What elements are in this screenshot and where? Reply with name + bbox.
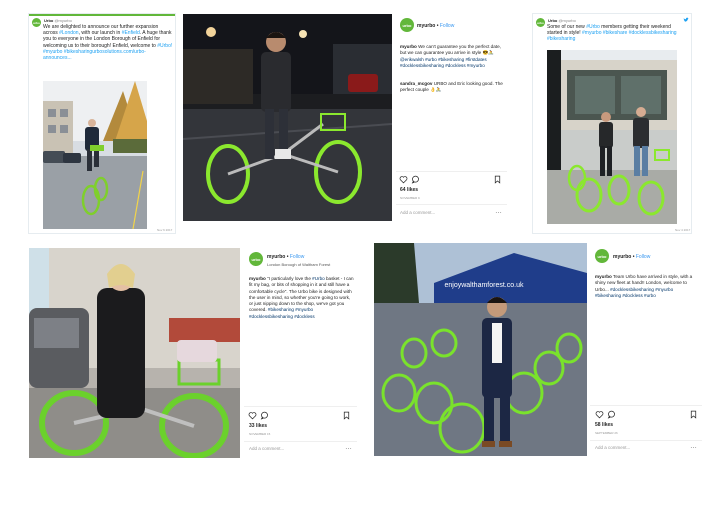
instagram-post-team-urbo: urbo myurbo • Follow myurbo Team Urbo ha… [590, 245, 702, 457]
divider [244, 441, 357, 442]
instagram-post-basket: urbo myurbo • Follow London Borough of W… [244, 248, 357, 456]
post-caption: myurbo Team Urbo have arrived in style, … [595, 274, 693, 299]
follow-button[interactable]: Follow [290, 254, 304, 260]
tweet-timestamp: Nov 4 2017 [675, 228, 691, 232]
post-caption: myurbo We can't guarantee you the perfec… [400, 44, 501, 69]
hashtag-urbo[interactable]: #Urbo [312, 276, 325, 281]
photo-urbo-fleet[interactable]: enjoywalthamforest.co.uk [374, 243, 587, 456]
bookmark-icon[interactable] [342, 411, 351, 420]
myurbo-avatar[interactable]: urbo [595, 249, 609, 263]
post-account-name[interactable]: myurbo • Follow [613, 254, 650, 260]
tweet-photo-cyclist[interactable] [43, 81, 147, 229]
comment-icon[interactable] [411, 175, 420, 184]
post-location[interactable]: London Borough of Waltham Forest [267, 262, 330, 267]
likes-count[interactable]: 64 likes [400, 187, 418, 193]
page: { "tweet1": { "account": "Urbo", "handle… [0, 0, 720, 508]
heart-icon[interactable] [595, 410, 604, 419]
more-options-icon[interactable]: … [345, 444, 352, 451]
tweet-card-weekend: urbo Urbo @myurbo Some of our new #Urbo … [532, 13, 692, 234]
mention-erikwalsh[interactable]: @erikwalsh [400, 57, 424, 62]
heart-icon[interactable] [248, 411, 257, 420]
comment-icon[interactable] [260, 411, 269, 420]
likes-count[interactable]: 33 likes [249, 423, 267, 429]
add-comment-input[interactable]: Add a comment... [595, 445, 630, 450]
myurbo-avatar[interactable]: urbo [400, 18, 414, 32]
hashtag-enfield[interactable]: #Enfield [122, 30, 140, 36]
hashtag-urbo[interactable]: #Urbo [586, 24, 600, 30]
tweet-photo-group-cyclists[interactable] [547, 50, 677, 224]
post-date: NOVEMBER 15 [249, 432, 271, 436]
twitter-bird-icon [683, 17, 689, 22]
divider [244, 406, 357, 407]
instagram-post-first-dates: urbo myurbo • Follow myurbo We can't gua… [396, 14, 507, 222]
urbo-avatar[interactable]: urbo [32, 18, 41, 27]
post-date: NOVEMBER 9 [400, 196, 420, 200]
tweet-text: Some of our new #Urbo members getting th… [547, 24, 677, 43]
post-comment: sandra_mcgov URBO and Eric looking good.… [400, 81, 503, 93]
tweet-account-name[interactable]: Urbo @myurbo [548, 18, 576, 23]
more-options-icon[interactable]: … [495, 208, 502, 215]
add-comment-input[interactable]: Add a comment... [249, 446, 284, 451]
tweet-card-enfield: urbo Urbo @myurbo We are delighted to an… [28, 13, 176, 234]
add-comment-input[interactable]: Add a comment... [400, 210, 435, 215]
hashtag-myurbo[interactable]: #myurbo [43, 49, 62, 55]
tweet-account-name[interactable]: Urbo @myurbo [44, 18, 72, 23]
hashtags-line-1[interactable]: #myurbo #bikeshare [582, 30, 627, 36]
bookmark-icon[interactable] [689, 410, 698, 419]
tweet-text: We are delighted to announce our further… [43, 24, 173, 62]
bookmark-icon[interactable] [493, 175, 502, 184]
divider [396, 171, 507, 172]
post-caption: myurbo "I particularly love the #Urbo ba… [249, 276, 354, 319]
likes-count[interactable]: 58 likes [595, 422, 613, 428]
photo-woman-with-bike[interactable] [29, 248, 240, 458]
post-account-name[interactable]: myurbo • Follow [267, 254, 304, 260]
hashtag-london[interactable]: #London [59, 30, 78, 36]
photo-night-cyclist[interactable] [183, 14, 392, 221]
divider [590, 440, 702, 441]
urbo-avatar[interactable]: urbo [536, 18, 545, 27]
heart-icon[interactable] [399, 175, 408, 184]
post-account-name[interactable]: myurbo • Follow [417, 23, 454, 29]
card-top-accent [29, 14, 175, 16]
follow-button[interactable]: Follow [636, 254, 650, 260]
follow-button[interactable]: Follow [440, 23, 454, 29]
comment-icon[interactable] [607, 410, 616, 419]
more-options-icon[interactable]: … [690, 443, 697, 450]
tent-banner-text: enjoywalthamforest.co.uk [445, 282, 524, 289]
tweet-bottom-bar [89, 233, 117, 234]
hashtag-urbo[interactable]: #Urbo! [157, 43, 172, 49]
post-date: SEPTEMBER 26 [595, 431, 618, 435]
divider [396, 204, 507, 205]
tweet-timestamp: Nov 6 2017 [157, 228, 173, 232]
myurbo-avatar[interactable]: urbo [249, 252, 263, 266]
divider [590, 405, 702, 406]
